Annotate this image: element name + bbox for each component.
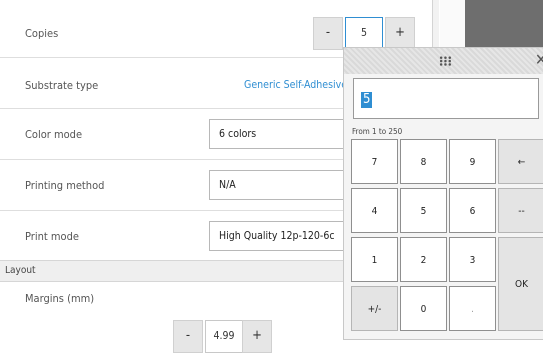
- margins-label: Margins (mm): [25, 292, 95, 305]
- copies-input[interactable]: 5: [345, 17, 383, 50]
- numeric-keypad: ✕ 5 From 1 to 250 7 8 9 ← 4 5 6 -- 1 2 3…: [343, 47, 543, 340]
- side-panel-light: [440, 0, 465, 50]
- copies-increment-button[interactable]: +: [385, 17, 415, 50]
- substrate-label: Substrate type: [25, 79, 99, 92]
- keypad-display[interactable]: 5: [353, 78, 539, 119]
- ok-button[interactable]: OK: [498, 237, 543, 331]
- key-4[interactable]: 4: [351, 188, 398, 233]
- keypad-range-hint: From 1 to 250: [352, 127, 403, 136]
- copies-decrement-button[interactable]: -: [313, 17, 343, 50]
- key-6[interactable]: 6: [449, 188, 496, 233]
- dash-key[interactable]: --: [498, 188, 543, 233]
- key-2[interactable]: 2: [400, 237, 447, 282]
- print-mode-label: Print mode: [25, 230, 79, 243]
- copies-label: Copies: [25, 27, 59, 40]
- key-5[interactable]: 5: [400, 188, 447, 233]
- substrate-link[interactable]: Generic Self-Adhesive: [244, 79, 347, 91]
- key-7[interactable]: 7: [351, 139, 398, 184]
- keypad-titlebar[interactable]: ✕: [344, 48, 543, 74]
- printing-method-label: Printing method: [25, 179, 105, 192]
- side-panel-dark: [465, 0, 543, 50]
- key-1[interactable]: 1: [351, 237, 398, 282]
- sign-toggle-key[interactable]: +/-: [351, 286, 398, 331]
- key-3[interactable]: 3: [449, 237, 496, 282]
- close-icon[interactable]: ✕: [535, 51, 543, 69]
- backspace-key[interactable]: ←: [498, 139, 543, 184]
- decimal-key[interactable]: .: [449, 286, 496, 331]
- key-9[interactable]: 9: [449, 139, 496, 184]
- key-8[interactable]: 8: [400, 139, 447, 184]
- color-mode-label: Color mode: [25, 128, 83, 141]
- keypad-display-value: 5: [361, 92, 373, 108]
- key-0[interactable]: 0: [400, 286, 447, 331]
- drag-grip-icon[interactable]: [439, 56, 452, 66]
- layout-section-title: Layout: [5, 265, 36, 276]
